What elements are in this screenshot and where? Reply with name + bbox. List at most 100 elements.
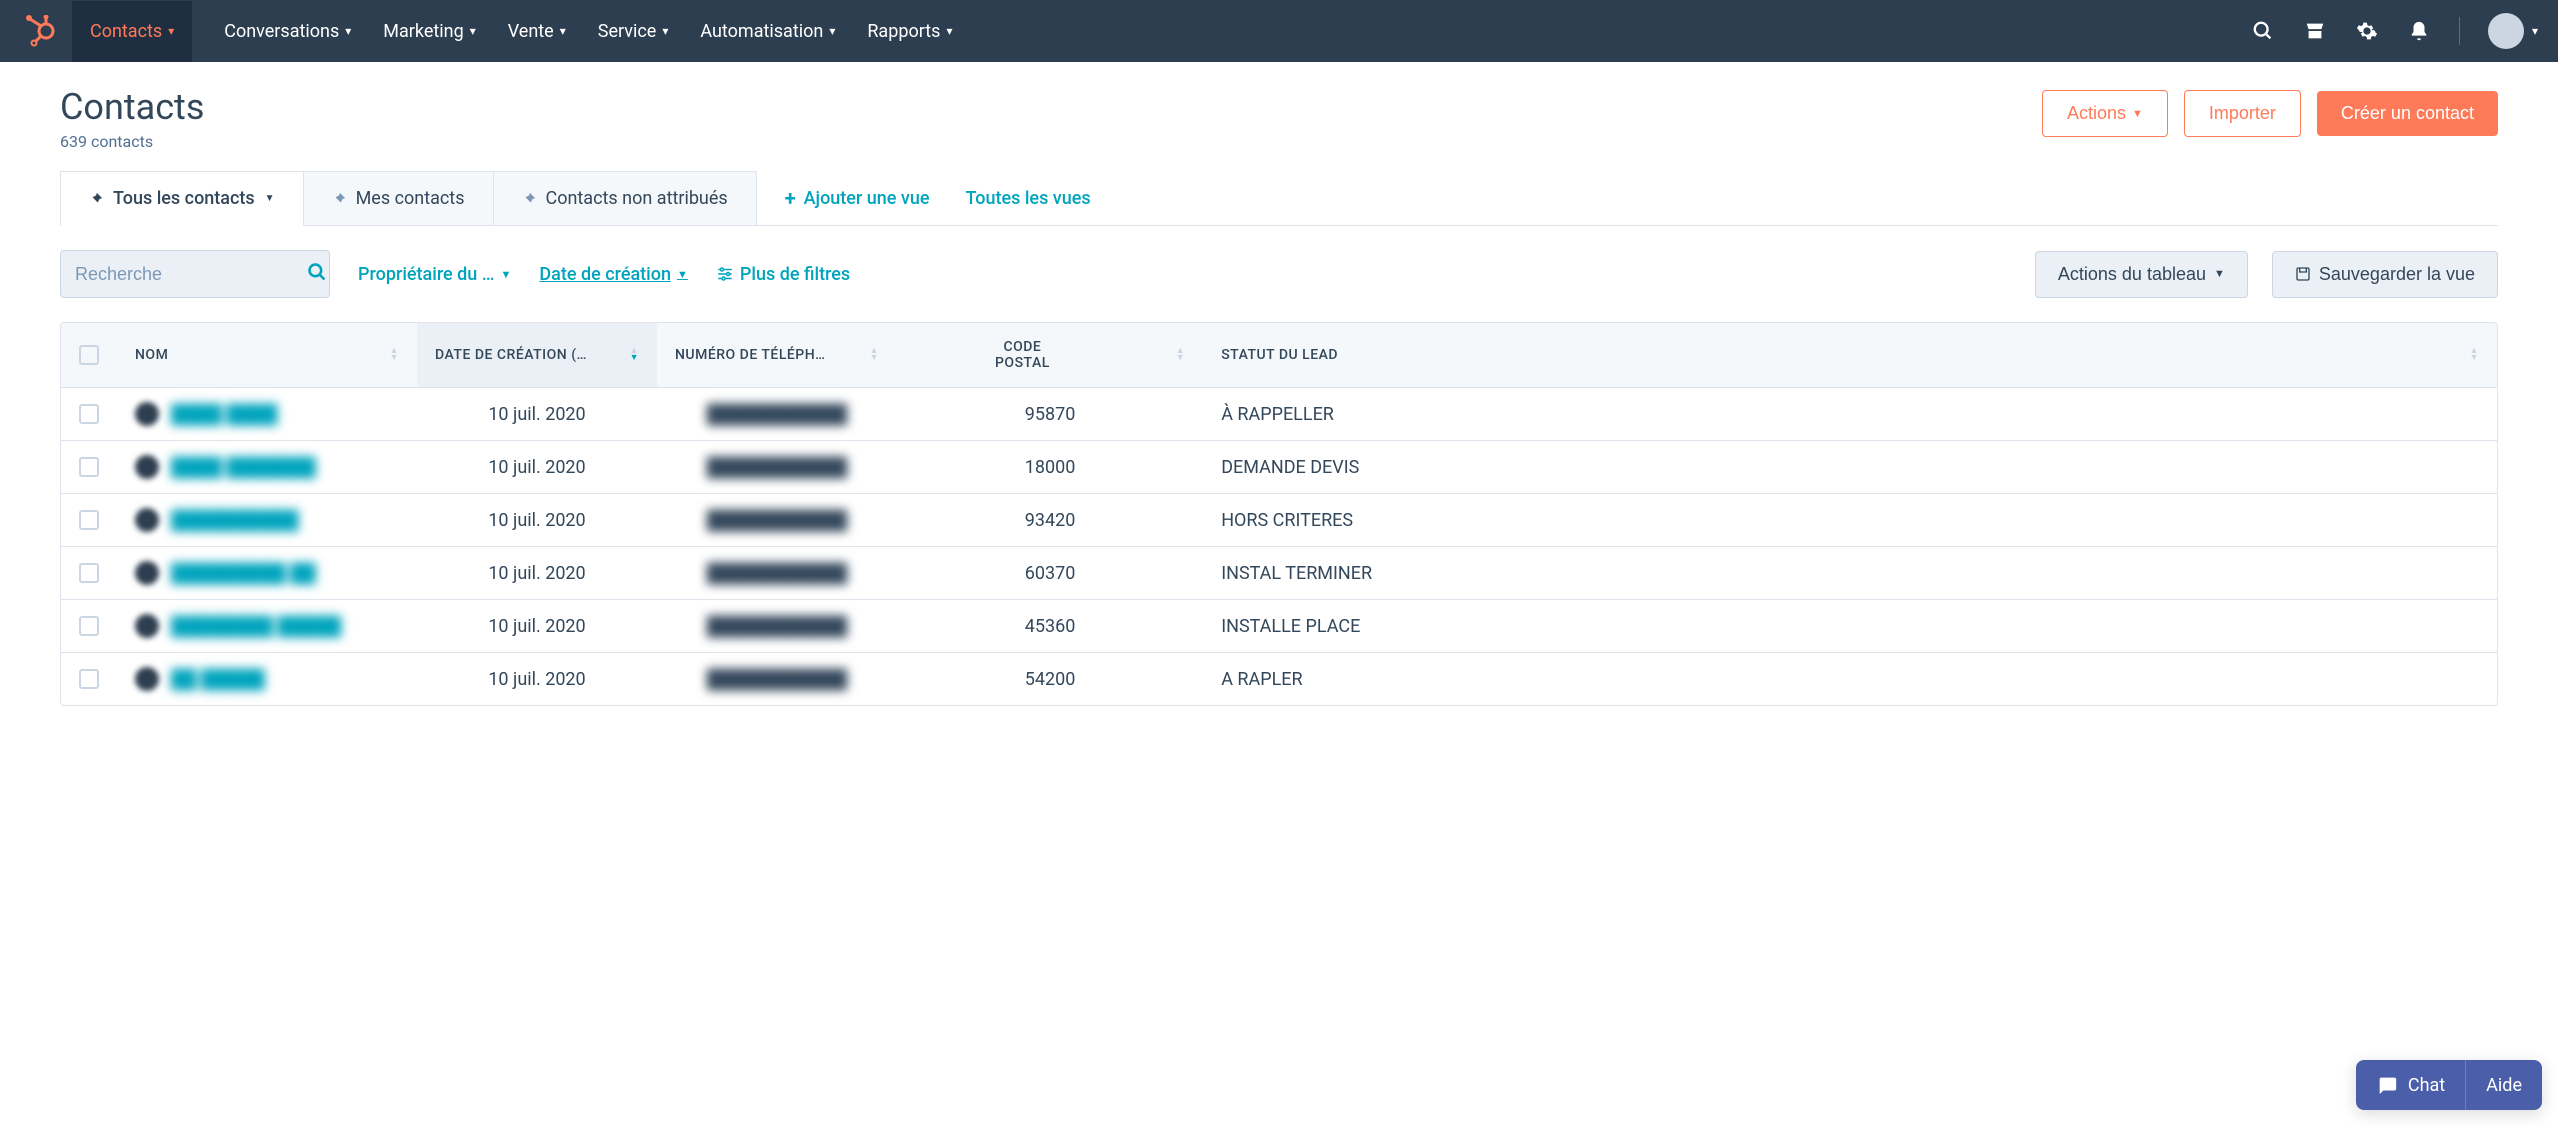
import-button[interactable]: Importer [2184, 90, 2301, 137]
page-subtitle: 639 contacts [60, 132, 204, 151]
chevron-down-icon: ▾ [946, 24, 952, 38]
create-contact-button[interactable]: Créer un contact [2317, 91, 2498, 136]
header-checkbox-cell [61, 323, 117, 388]
filter-label: Propriétaire du … [358, 264, 495, 285]
chat-widget: Chat Aide [2356, 1060, 2542, 1110]
status-cell: INSTALLE PLACE [1203, 600, 2497, 653]
postal-cell: 18000 [897, 441, 1203, 494]
select-all-checkbox[interactable] [79, 345, 99, 365]
row-checkbox[interactable] [79, 404, 99, 424]
link-label: Ajouter une vue [804, 188, 930, 209]
row-checkbox[interactable] [79, 563, 99, 583]
marketplace-icon[interactable] [2303, 19, 2327, 43]
search-box[interactable] [60, 250, 330, 298]
sliders-icon [716, 265, 734, 283]
button-label: Actions du tableau [2058, 264, 2206, 285]
nav-contacts[interactable]: Contacts ▾ [72, 1, 192, 62]
caret-down-icon: ▼ [265, 193, 275, 204]
table-row[interactable]: ████ ███████ 10 juil. 2020 ███████████ 1… [61, 441, 2497, 494]
contact-avatar [135, 561, 159, 585]
header-label: NUMÉRO DE TÉLÉPH… [675, 347, 826, 363]
status-cell: INSTAL TERMINER [1203, 547, 2497, 600]
help-button[interactable]: Aide [2465, 1060, 2542, 1110]
contact-name-cell[interactable]: ██ █████ [135, 667, 399, 691]
owner-filter[interactable]: Propriétaire du … ▼ [358, 264, 511, 285]
header-label: STATUT DU LEAD [1221, 347, 1338, 363]
table-row[interactable]: ██████████ 10 juil. 2020 ███████████ 934… [61, 494, 2497, 547]
contact-avatar [135, 455, 159, 479]
account-menu[interactable]: ▾ [2488, 13, 2538, 49]
status-cell: DEMANDE DEVIS [1203, 441, 2497, 494]
sort-arrows-icon: ▲▼ [390, 348, 399, 362]
tab-all-contacts[interactable]: Tous les contacts ▼ [60, 171, 304, 225]
phone-cell: ███████████ [707, 616, 847, 637]
postal-cell: 54200 [897, 653, 1203, 706]
actions-button[interactable]: Actions ▼ [2042, 90, 2168, 137]
table-actions-button[interactable]: Actions du tableau ▼ [2035, 251, 2248, 298]
tab-extra-links: + Ajouter une vue Toutes les vues [785, 171, 1091, 225]
hubspot-logo-icon [24, 15, 56, 47]
nav-automatisation[interactable]: Automatisation ▾ [700, 21, 835, 42]
row-checkbox[interactable] [79, 510, 99, 530]
nav-label: Automatisation [700, 21, 823, 42]
nav-service[interactable]: Service ▾ [598, 21, 669, 42]
contact-name-cell[interactable]: ████ ████ [135, 402, 399, 426]
contact-name: ████████ █████ [171, 616, 341, 637]
search-input[interactable] [75, 264, 307, 285]
row-checkbox[interactable] [79, 616, 99, 636]
caret-down-icon: ▼ [677, 268, 688, 281]
tab-unassigned-contacts[interactable]: Contacts non attribués [494, 171, 757, 225]
status-cell: HORS CRITERES [1203, 494, 2497, 547]
page-content: Contacts 639 contacts Actions ▼ Importer… [0, 62, 2558, 706]
hubspot-logo[interactable] [20, 11, 60, 51]
gear-icon[interactable] [2355, 19, 2379, 43]
more-filters[interactable]: Plus de filtres [716, 264, 850, 285]
tab-my-contacts[interactable]: Mes contacts [304, 171, 494, 225]
sort-arrows-icon: ▲▼ [870, 348, 879, 362]
nav-conversations[interactable]: Conversations ▾ [224, 21, 351, 42]
header-name[interactable]: NOM ▲▼ [117, 323, 417, 388]
filter-right-actions: Actions du tableau ▼ Sauvegarder la vue [2035, 251, 2498, 298]
phone-cell: ███████████ [707, 563, 847, 584]
contact-name-cell[interactable]: ████████ █████ [135, 614, 399, 638]
header-label: CODE POSTAL [995, 339, 1050, 371]
contact-name-cell[interactable]: ████ ███████ [135, 455, 399, 479]
all-views-link[interactable]: Toutes les vues [966, 188, 1091, 209]
create-date-filter[interactable]: Date de création ▼ [539, 264, 687, 285]
row-checkbox[interactable] [79, 457, 99, 477]
table-row[interactable]: ██ █████ 10 juil. 2020 ███████████ 54200… [61, 653, 2497, 706]
contact-name: ████ ███████ [171, 457, 316, 478]
header-status[interactable]: STATUT DU LEAD ▲▼ [1203, 323, 2497, 388]
table-row[interactable]: █████████ ██ 10 juil. 2020 ███████████ 6… [61, 547, 2497, 600]
caret-down-icon: ▼ [501, 268, 512, 281]
table-row[interactable]: ████████ █████ 10 juil. 2020 ███████████… [61, 600, 2497, 653]
nav-vente[interactable]: Vente ▾ [508, 21, 566, 42]
button-label: Actions [2067, 103, 2126, 124]
nav-label: Marketing [383, 21, 463, 42]
pin-icon [89, 192, 103, 206]
nav-rapports[interactable]: Rapports ▾ [867, 21, 952, 42]
chevron-down-icon: ▾ [345, 24, 351, 38]
header-postal[interactable]: CODE POSTAL ▲▼ [897, 323, 1203, 388]
contact-name: ██████████ [171, 510, 299, 531]
table-row[interactable]: ████ ████ 10 juil. 2020 ███████████ 9587… [61, 388, 2497, 441]
contact-name-cell[interactable]: ██████████ [135, 508, 399, 532]
chevron-down-icon: ▾ [168, 24, 174, 38]
tab-label: Mes contacts [356, 188, 465, 209]
nav-label: Rapports [867, 21, 940, 42]
phone-cell: ███████████ [707, 669, 847, 690]
chat-button[interactable]: Chat [2356, 1060, 2465, 1110]
postal-cell: 60370 [897, 547, 1203, 600]
nav-marketing[interactable]: Marketing ▾ [383, 21, 475, 42]
header-created[interactable]: DATE DE CRÉATION (… ▲▼ [417, 323, 657, 388]
bell-icon[interactable] [2407, 19, 2431, 43]
row-checkbox[interactable] [79, 669, 99, 689]
add-view-link[interactable]: + Ajouter une vue [785, 186, 930, 210]
link-label: Toutes les vues [966, 188, 1091, 209]
save-icon [2295, 266, 2311, 282]
phone-cell: ███████████ [707, 457, 847, 478]
search-icon[interactable] [2251, 19, 2275, 43]
header-phone[interactable]: NUMÉRO DE TÉLÉPH… ▲▼ [657, 323, 897, 388]
contact-name-cell[interactable]: █████████ ██ [135, 561, 399, 585]
save-view-button[interactable]: Sauvegarder la vue [2272, 251, 2498, 298]
